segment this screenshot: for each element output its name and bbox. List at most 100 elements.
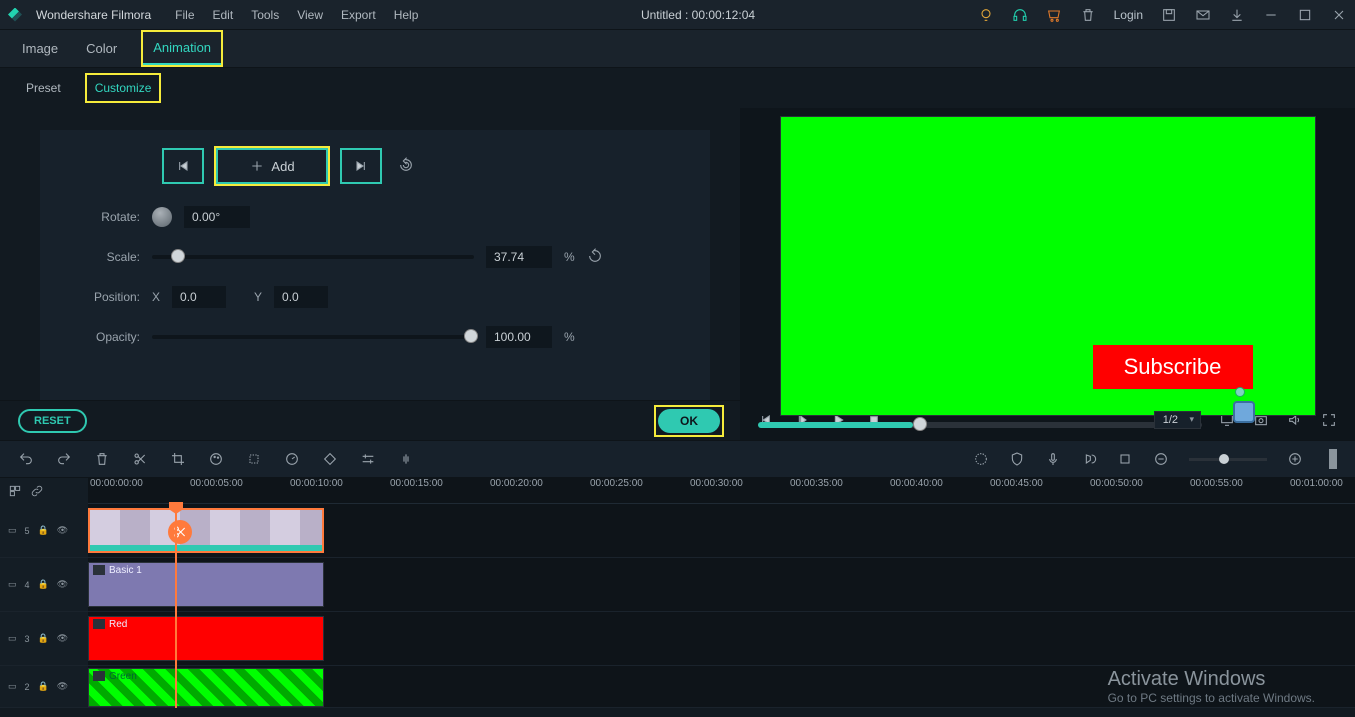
minimize-icon[interactable] bbox=[1263, 7, 1279, 23]
zoom-in-icon[interactable] bbox=[1287, 451, 1303, 467]
ruler-tick: 00:00:30:00 bbox=[690, 478, 743, 489]
close-icon[interactable] bbox=[1331, 7, 1347, 23]
app-title: Wondershare Filmora bbox=[36, 8, 151, 22]
clip-title[interactable]: Basic 1 bbox=[88, 562, 324, 607]
cart-icon[interactable] bbox=[1046, 7, 1062, 23]
freeze-icon[interactable] bbox=[246, 451, 262, 467]
ruler-tick: 00:00:05:00 bbox=[190, 478, 243, 489]
keyframe-next-button[interactable] bbox=[340, 148, 382, 184]
pos-x-input[interactable] bbox=[172, 286, 226, 308]
marker-add-icon[interactable] bbox=[1117, 451, 1133, 467]
lock-icon[interactable]: 🔒 bbox=[38, 579, 49, 590]
tab-color[interactable]: Color bbox=[84, 37, 119, 60]
login-link[interactable]: Login bbox=[1114, 8, 1143, 22]
track-num: 2 bbox=[25, 682, 30, 692]
maximize-icon[interactable] bbox=[1297, 7, 1313, 23]
opacity-slider[interactable] bbox=[152, 335, 474, 339]
link-icon[interactable] bbox=[30, 484, 44, 498]
menu-tools[interactable]: Tools bbox=[251, 8, 279, 22]
keyframe-icon[interactable] bbox=[322, 451, 338, 467]
rotate-knob[interactable] bbox=[152, 207, 172, 227]
timeline: 00:00:00:00 00:00:05:00 00:00:10:00 00:0… bbox=[0, 478, 1355, 708]
clip-red[interactable]: Red bbox=[88, 616, 324, 661]
render-icon[interactable] bbox=[973, 451, 989, 467]
ok-button[interactable]: OK bbox=[658, 409, 720, 433]
timeline-toolbar bbox=[0, 440, 1355, 478]
undo-icon[interactable] bbox=[18, 451, 34, 467]
eye-icon[interactable]: 👁 bbox=[57, 525, 68, 536]
eye-icon[interactable]: 👁 bbox=[57, 681, 68, 692]
clip-green[interactable]: Green bbox=[88, 668, 324, 707]
ruler-tick: 00:01:00:00 bbox=[1290, 478, 1343, 489]
tab-image[interactable]: Image bbox=[20, 37, 60, 60]
menu-export[interactable]: Export bbox=[341, 8, 376, 22]
subtab-customize[interactable]: Customize bbox=[87, 75, 160, 101]
audio-icon[interactable] bbox=[398, 451, 414, 467]
color-icon[interactable] bbox=[208, 451, 224, 467]
playhead[interactable] bbox=[175, 504, 177, 708]
eye-icon[interactable]: 👁 bbox=[57, 579, 68, 590]
redo-icon[interactable] bbox=[56, 451, 72, 467]
project-title: Untitled : 00:00:12:04 bbox=[432, 8, 963, 22]
clip-split-icon bbox=[168, 520, 192, 544]
keyframe-reset-icon[interactable] bbox=[398, 157, 418, 176]
preview-subscribe-overlay: Subscribe bbox=[1093, 345, 1253, 389]
reset-button[interactable]: RESET bbox=[18, 409, 87, 433]
headphones-icon[interactable] bbox=[1012, 7, 1028, 23]
preview-viewport[interactable]: Subscribe bbox=[780, 116, 1316, 416]
zoom-out-icon[interactable] bbox=[1153, 451, 1169, 467]
record-mic-icon[interactable] bbox=[1045, 451, 1061, 467]
ruler-tick: 00:00:10:00 bbox=[290, 478, 343, 489]
preview-panel: Subscribe { } 00:00:04:07 bbox=[740, 108, 1355, 400]
split-icon[interactable] bbox=[132, 451, 148, 467]
transform-pivot-icon[interactable] bbox=[1235, 387, 1245, 397]
transform-handle-icon[interactable] bbox=[1233, 401, 1255, 423]
menu-file[interactable]: File bbox=[175, 8, 194, 22]
scale-reset-icon[interactable] bbox=[587, 248, 605, 266]
menu-view[interactable]: View bbox=[297, 8, 323, 22]
timeline-ruler[interactable]: 00:00:00:00 00:00:05:00 00:00:10:00 00:0… bbox=[88, 478, 1355, 504]
ruler-tick: 00:00:45:00 bbox=[990, 478, 1043, 489]
marker-shield-icon[interactable] bbox=[1009, 451, 1025, 467]
opacity-input[interactable] bbox=[486, 326, 552, 348]
menu-help[interactable]: Help bbox=[394, 8, 419, 22]
clip-label: Green bbox=[109, 671, 137, 682]
track-manager-icon[interactable] bbox=[8, 484, 22, 498]
save-icon[interactable] bbox=[1161, 7, 1177, 23]
speed-icon[interactable] bbox=[284, 451, 300, 467]
idea-icon[interactable] bbox=[978, 7, 994, 23]
rotate-input[interactable] bbox=[184, 206, 250, 228]
track-5: ▭5🔒👁 bbox=[0, 504, 1355, 558]
lock-icon[interactable]: 🔒 bbox=[38, 525, 49, 536]
eye-icon[interactable]: 👁 bbox=[57, 633, 68, 644]
tab-animation[interactable]: Animation bbox=[143, 32, 221, 65]
title-right-icons: Login bbox=[978, 7, 1347, 23]
trash-icon[interactable] bbox=[1080, 7, 1096, 23]
delete-icon[interactable] bbox=[94, 451, 110, 467]
keyframe-add-button[interactable]: Add bbox=[216, 148, 328, 184]
fullscreen-icon[interactable] bbox=[1321, 412, 1337, 428]
ruler-tick: 00:00:35:00 bbox=[790, 478, 843, 489]
pos-y-label: Y bbox=[254, 290, 262, 304]
timeline-collapse-icon[interactable] bbox=[1329, 449, 1337, 469]
keyframe-prev-button[interactable] bbox=[162, 148, 204, 184]
subtab-preset[interactable]: Preset bbox=[20, 78, 67, 98]
lock-icon[interactable]: 🔒 bbox=[38, 633, 49, 644]
preview-quality-select[interactable]: 1/2 bbox=[1154, 411, 1201, 429]
crop-icon[interactable] bbox=[170, 451, 186, 467]
adjust-icon[interactable] bbox=[360, 451, 376, 467]
pos-y-input[interactable] bbox=[274, 286, 328, 308]
scale-slider[interactable] bbox=[152, 255, 474, 259]
preview-scrubber[interactable] bbox=[758, 422, 1202, 428]
scale-input[interactable] bbox=[486, 246, 552, 268]
lock-icon[interactable]: 🔒 bbox=[38, 681, 49, 692]
keyframe-add-label: Add bbox=[271, 159, 294, 174]
zoom-slider[interactable] bbox=[1189, 458, 1267, 461]
download-icon[interactable] bbox=[1229, 7, 1245, 23]
audio-mix-icon[interactable] bbox=[1081, 451, 1097, 467]
mail-icon[interactable] bbox=[1195, 7, 1211, 23]
clip-video[interactable] bbox=[88, 508, 324, 553]
track-num: 5 bbox=[25, 526, 30, 536]
menu-edit[interactable]: Edit bbox=[213, 8, 234, 22]
scale-label: Scale: bbox=[58, 250, 140, 264]
